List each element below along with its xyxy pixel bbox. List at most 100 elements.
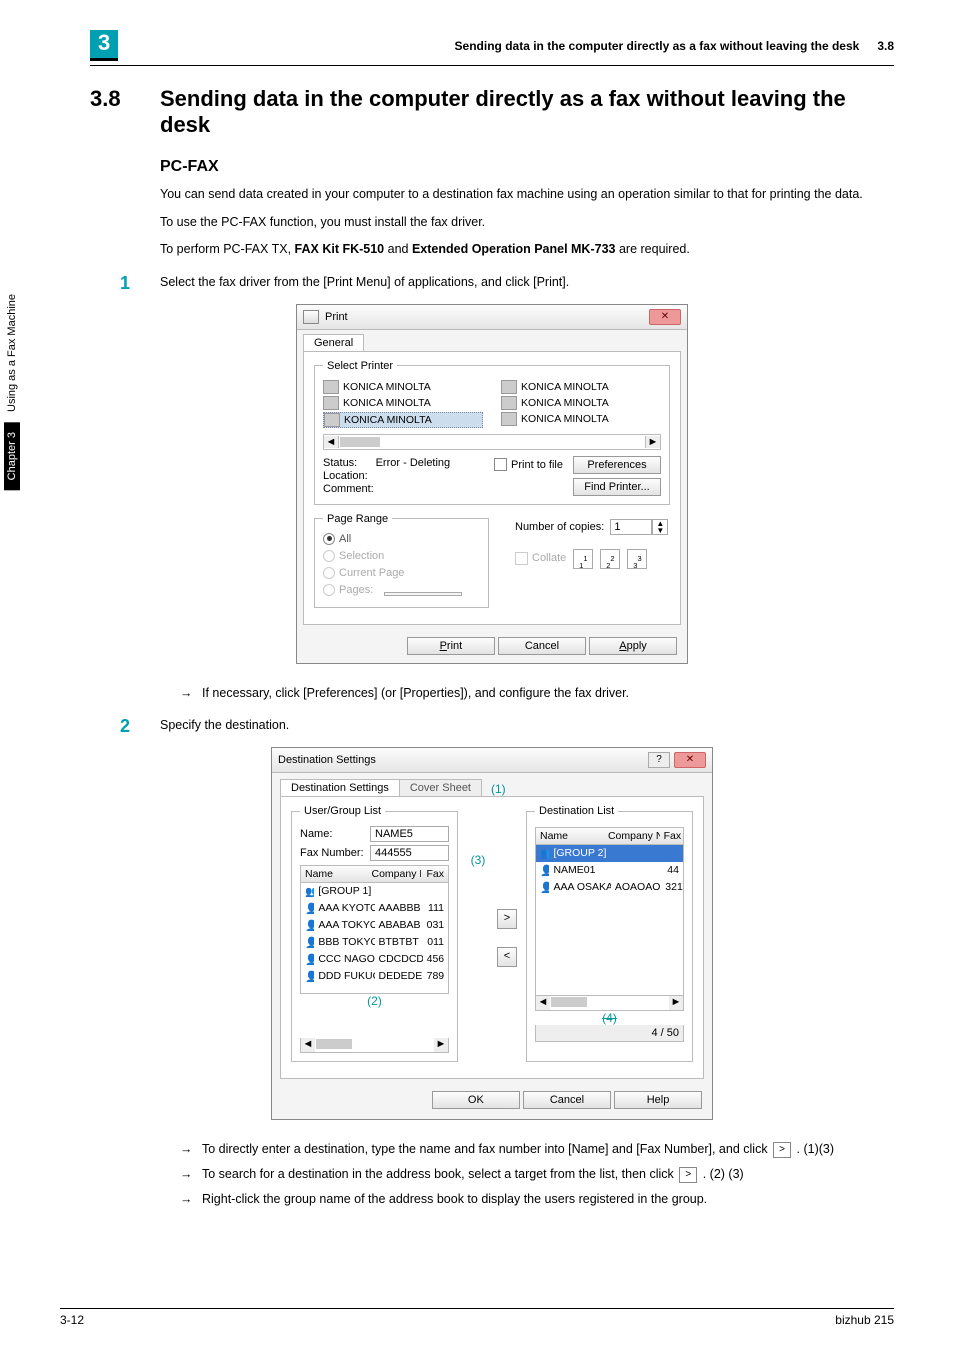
group-page-range: Page Range All Selection Current Page Pa…: [314, 513, 489, 608]
printer-item[interactable]: KONICA MINOLTA: [521, 397, 609, 409]
col-header-name[interactable]: Name: [301, 866, 368, 882]
collate-icon-2: 22: [600, 549, 620, 569]
remove-destination-button[interactable]: <: [497, 947, 517, 967]
cell[interactable]: NAME01: [549, 862, 610, 879]
col-header-company[interactable]: Company Name: [368, 866, 421, 882]
col-header-fax[interactable]: Fax: [421, 866, 449, 882]
ok-button[interactable]: OK: [432, 1091, 520, 1109]
print-to-file-checkbox[interactable]: Print to file: [494, 458, 563, 471]
chapter-label: Chapter 3: [4, 422, 20, 490]
collate-checkbox: Collate: [515, 552, 566, 565]
scroll-left-icon[interactable]: ◄: [536, 996, 550, 1010]
radio-label: Pages:: [339, 584, 373, 596]
printer-item[interactable]: KONICA MINOLTA: [521, 413, 609, 425]
person-icon: 👤: [301, 934, 314, 951]
cell[interactable]: [GROUP 2]: [549, 845, 610, 862]
help-button[interactable]: ?: [648, 752, 670, 768]
printer-item-selected[interactable]: KONICA MINOLTA: [344, 414, 432, 426]
scroll-left-icon[interactable]: ◄: [324, 436, 339, 448]
scroll-thumb[interactable]: [551, 997, 587, 1007]
scroll-right-icon[interactable]: ►: [434, 1038, 448, 1052]
printer-icon: [303, 310, 319, 324]
col-header-company[interactable]: Company Name: [604, 828, 660, 844]
find-printer-button[interactable]: Find Printer...: [573, 478, 661, 496]
group-destination-list: Destination List Name Company Name Fax 👥…: [526, 805, 693, 1062]
table-row: 👤DDD FUKUOKADEDEDE789: [301, 968, 448, 985]
radio-current-page: Current Page: [323, 567, 404, 579]
person-icon: 👤: [301, 917, 314, 934]
cell[interactable]: [GROUP 1]: [314, 883, 374, 900]
print-dialog: Print ✕ General Select Printer KONICA MI…: [296, 304, 688, 664]
step-number-2: 2: [120, 716, 160, 737]
cell[interactable]: DDD FUKUOKA: [314, 968, 374, 985]
close-button[interactable]: ✕: [649, 309, 681, 325]
add-destination-button[interactable]: >: [497, 909, 517, 929]
printer-icon: [501, 412, 517, 426]
scrollbar-horizontal[interactable]: ◄ ►: [323, 434, 661, 450]
scroll-left-icon[interactable]: ◄: [301, 1038, 315, 1052]
apply-button[interactable]: Apply: [589, 637, 677, 655]
name-label: Name:: [300, 828, 364, 840]
radio-all[interactable]: All: [323, 533, 351, 545]
printer-item[interactable]: KONICA MINOLTA: [343, 397, 431, 409]
table-row: 👤NAME0144: [536, 862, 683, 879]
text-bold: FAX Kit FK-510: [295, 242, 385, 256]
close-button[interactable]: ✕: [674, 752, 706, 768]
scroll-right-icon[interactable]: ►: [645, 436, 660, 448]
group-icon: 👥: [301, 883, 314, 900]
person-icon: 👤: [301, 968, 314, 985]
scrollbar-horizontal[interactable]: ◄ ►: [300, 1038, 449, 1053]
step-number-1: 1: [120, 273, 160, 294]
cell[interactable]: AAA TOKYO: [314, 917, 374, 934]
dialog-titlebar: Print ✕: [297, 305, 687, 330]
annotation-1: (1): [491, 782, 506, 796]
scroll-right-icon[interactable]: ►: [669, 996, 683, 1010]
printer-item[interactable]: KONICA MINOLTA: [521, 381, 609, 393]
header-title: Sending data in the computer directly as…: [138, 39, 859, 53]
collate-icons: 11 22 33: [569, 556, 647, 568]
copies-input[interactable]: 1: [610, 519, 652, 535]
person-icon: 👤: [301, 951, 314, 968]
cell[interactable]: BBB TOKYO: [314, 934, 374, 951]
person-icon: 👤: [301, 900, 314, 917]
tab-cover-sheet[interactable]: Cover Sheet: [399, 779, 482, 796]
annotation-2: (2): [300, 994, 449, 1008]
cell[interactable]: CCC NAGOYA: [314, 951, 374, 968]
cancel-button[interactable]: Cancel: [523, 1091, 611, 1109]
body-paragraph: To perform PC-FAX TX, FAX Kit FK-510 and…: [160, 241, 894, 259]
note-text: To search for a destination in the addre…: [202, 1165, 744, 1184]
preferences-button[interactable]: Preferences: [573, 456, 661, 474]
tab-general[interactable]: General: [303, 334, 364, 351]
collate-icon-1: 11: [573, 549, 593, 569]
col-header-name[interactable]: Name: [536, 828, 604, 844]
help-button[interactable]: Help: [614, 1091, 702, 1109]
scroll-thumb[interactable]: [340, 437, 380, 447]
scrollbar-horizontal[interactable]: ◄ ►: [535, 996, 684, 1011]
destination-count: 4 / 50: [535, 1025, 684, 1042]
cell[interactable]: AAA KYOTO: [314, 900, 374, 917]
comment-label: Comment:: [323, 483, 484, 495]
printer-item[interactable]: KONICA MINOLTA: [343, 381, 431, 393]
group-icon: 👥: [536, 845, 549, 862]
fax-number-input[interactable]: 444555: [370, 845, 449, 861]
annotation-3: (3): [471, 853, 486, 867]
tab-destination-settings[interactable]: Destination Settings: [280, 779, 400, 796]
group-legend: Page Range: [323, 513, 392, 525]
user-group-table[interactable]: Name Company Name Fax 👥[GROUP 1] 👤AAA KY…: [300, 865, 449, 994]
print-button[interactable]: Print: [407, 637, 495, 655]
collate-icon-3: 33: [627, 549, 647, 569]
destination-table[interactable]: Name Company Name Fax 👥[GROUP 2] 👤NAME01…: [535, 827, 684, 996]
table-row: 👤AAA TOKYOABABAB031: [301, 917, 448, 934]
page-footer: 3-12 bizhub 215: [60, 1308, 894, 1327]
copies-spinner[interactable]: ▲▼: [652, 519, 668, 535]
cancel-button[interactable]: Cancel: [498, 637, 586, 655]
step-text: Select the fax driver from the [Print Me…: [160, 273, 569, 294]
arrow-icon: →: [180, 1140, 202, 1159]
pages-input: [384, 592, 462, 596]
name-input[interactable]: NAME5: [370, 826, 449, 842]
radio-label: Current Page: [339, 567, 404, 579]
col-header-fax[interactable]: Fax: [660, 828, 683, 844]
cell[interactable]: AAA OSAKA: [549, 879, 610, 896]
printer-list[interactable]: KONICA MINOLTA KONICA MINOLTA KONICA MIN…: [323, 378, 661, 430]
scroll-thumb[interactable]: [316, 1039, 352, 1049]
